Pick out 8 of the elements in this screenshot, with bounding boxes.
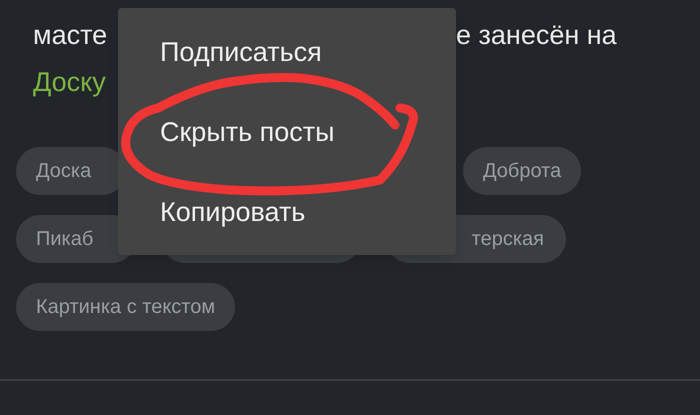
- tag-chip[interactable]: Картинка с текстом: [16, 283, 236, 331]
- menu-item[interactable]: Подписаться: [160, 32, 322, 72]
- post-text: масте: [33, 19, 108, 52]
- link-text[interactable]: Доску: [33, 67, 106, 97]
- post-text: е занесён на: [456, 19, 617, 52]
- menu-item[interactable]: Скрыть посты: [160, 112, 335, 152]
- menu-item[interactable]: Копировать: [160, 192, 306, 232]
- tag-chip[interactable]: Доброта: [463, 147, 582, 195]
